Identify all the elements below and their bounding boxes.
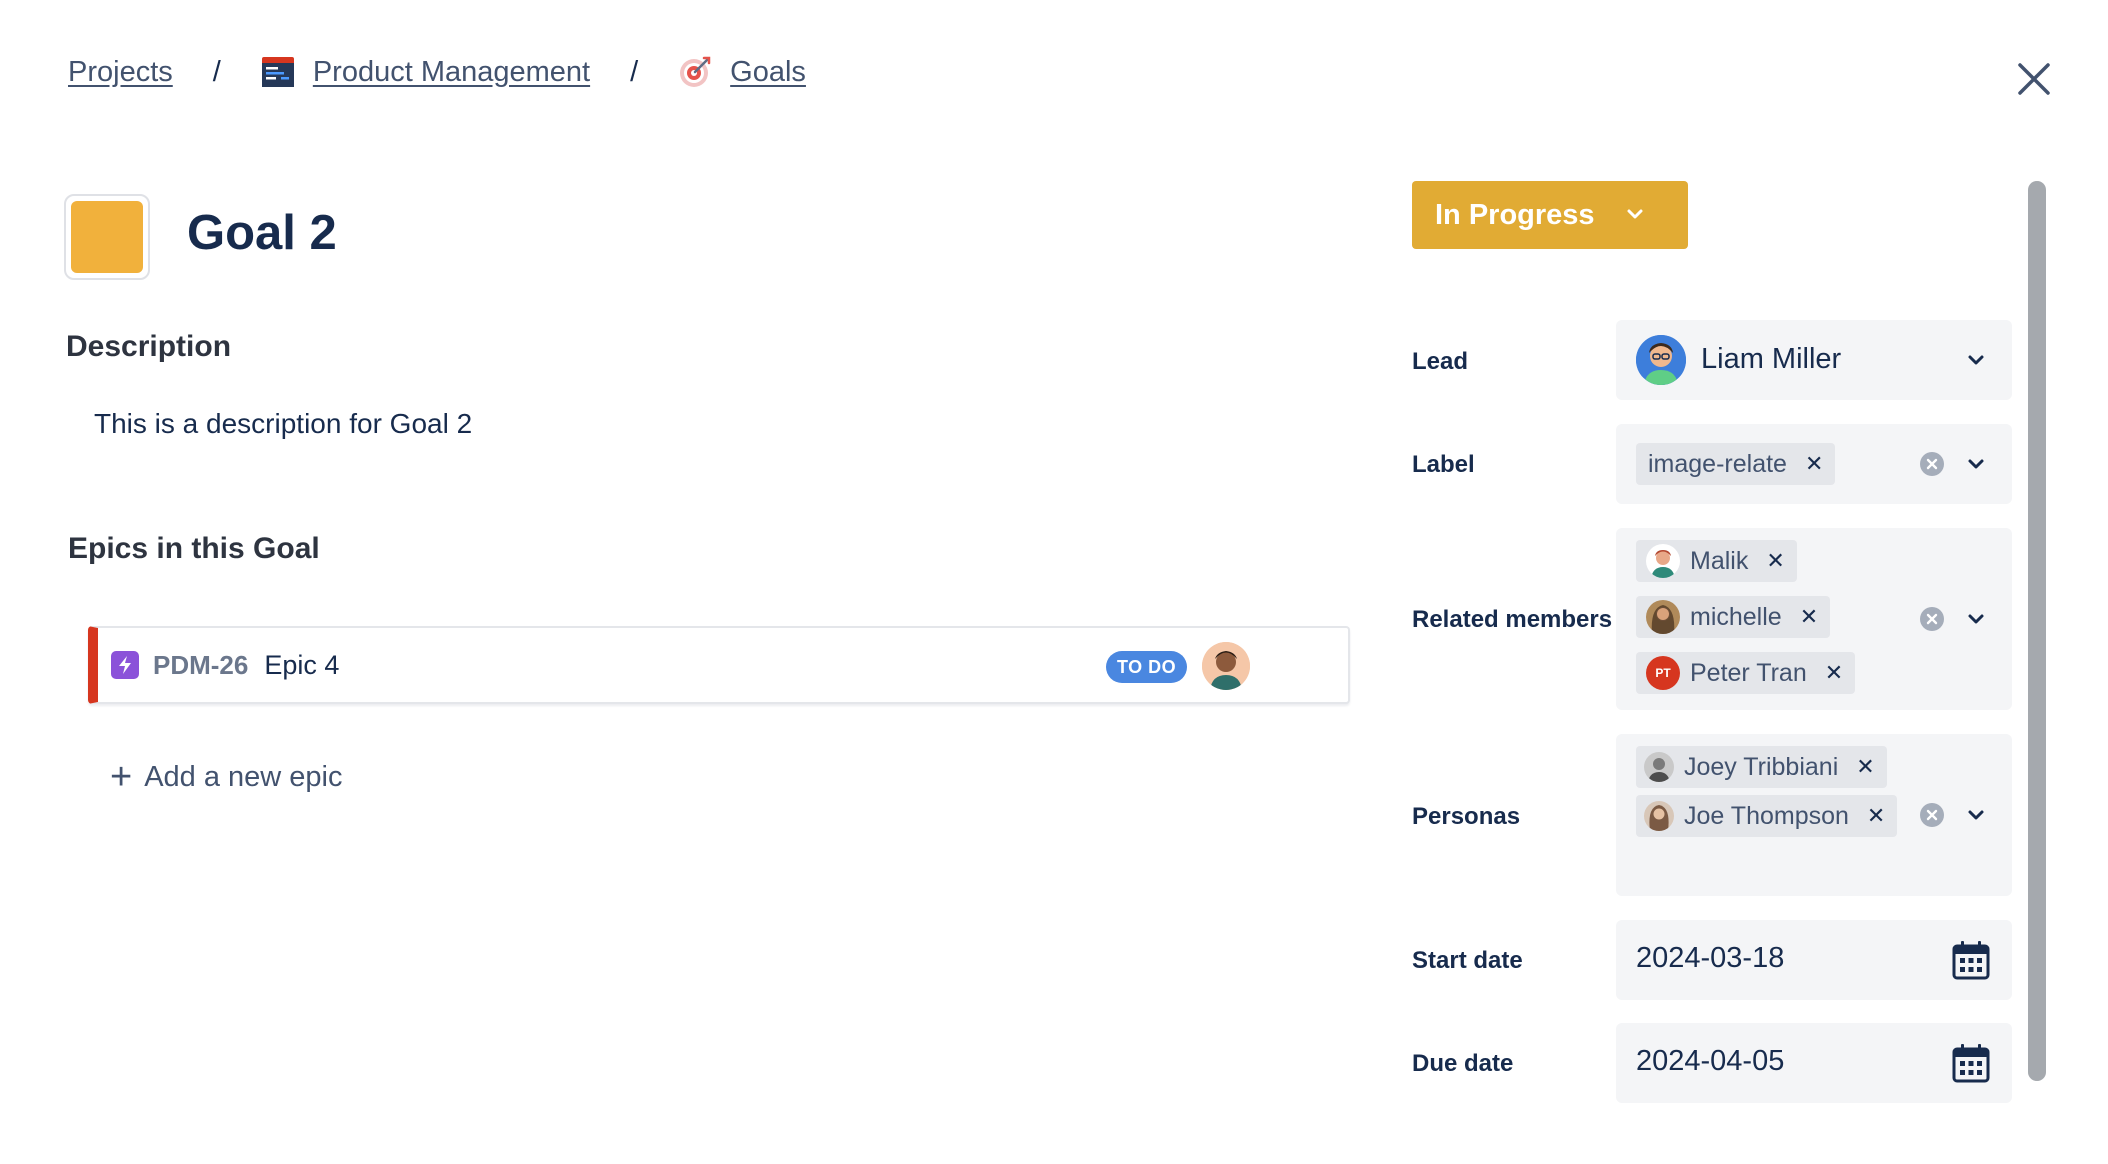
calendar-icon[interactable]: [1952, 1043, 1990, 1083]
chevron-down-icon[interactable]: [1965, 453, 1987, 475]
epics-heading: Epics in this Goal: [68, 532, 320, 565]
avatar-initials: PT: [1646, 656, 1680, 690]
remove-tag-icon[interactable]: ✕: [1805, 451, 1823, 477]
personas-select[interactable]: Joey Tribbiani ✕ Joe Thompson ✕: [1616, 734, 2012, 896]
due-date-picker[interactable]: 2024-04-05: [1616, 1023, 2012, 1103]
clear-icon[interactable]: [1919, 606, 1945, 632]
goal-color-swatch[interactable]: [64, 194, 150, 280]
breadcrumb-goals-link[interactable]: Goals: [730, 56, 806, 89]
description-text[interactable]: This is a description for Goal 2: [94, 408, 472, 440]
calendar-icon[interactable]: [1952, 940, 1990, 980]
label-label: Label: [1412, 451, 1475, 478]
remove-tag-icon[interactable]: ✕: [1825, 660, 1843, 686]
remove-tag-icon[interactable]: ✕: [1766, 548, 1784, 574]
close-button[interactable]: [2010, 55, 2058, 103]
add-epic-button[interactable]: + Add a new epic: [110, 758, 343, 796]
status-label: In Progress: [1435, 198, 1595, 231]
related-members-select[interactable]: Malik ✕ michelle ✕ PT Peter Tran ✕: [1616, 528, 2012, 710]
status-dropdown[interactable]: In Progress: [1412, 181, 1688, 249]
add-epic-label: Add a new epic: [144, 760, 343, 793]
persona-name: Joey Tribbiani: [1684, 752, 1839, 781]
breadcrumb-project-link[interactable]: Product Management: [313, 56, 590, 89]
chevron-down-icon[interactable]: [1965, 804, 1987, 826]
breadcrumb-projects-link[interactable]: Projects: [68, 56, 173, 89]
lead-label: Lead: [1412, 348, 1469, 375]
start-date-value[interactable]: 2024-03-18: [1636, 942, 1784, 975]
description-heading: Description: [66, 330, 232, 363]
breadcrumb: Projects / Product Management / Goals: [68, 52, 806, 92]
persona-tag: Joey Tribbiani ✕: [1636, 746, 1887, 788]
member-tag: PT Peter Tran ✕: [1636, 652, 1856, 694]
member-tag: michelle ✕: [1636, 596, 1831, 638]
target-icon: [678, 55, 712, 89]
scrollbar-thumb[interactable]: [2028, 181, 2046, 1081]
label-tag: image-relate ✕: [1636, 443, 1836, 485]
member-name: Peter Tran: [1690, 658, 1807, 687]
remove-tag-icon[interactable]: ✕: [1867, 803, 1885, 829]
epic-key[interactable]: PDM-26: [153, 650, 248, 681]
breadcrumb-separator: /: [630, 55, 639, 88]
personas-label: Personas: [1412, 803, 1521, 830]
avatar: [1646, 544, 1680, 578]
member-tag: Malik ✕: [1636, 540, 1797, 582]
start-date-label: Start date: [1412, 947, 1523, 974]
goal-color-fill: [71, 201, 143, 273]
chevron-down-icon[interactable]: [1965, 349, 1987, 371]
due-date-label: Due date: [1412, 1050, 1514, 1077]
start-date-picker[interactable]: 2024-03-18: [1616, 920, 2012, 1000]
avatar: [1644, 801, 1674, 831]
due-date-value[interactable]: 2024-04-05: [1636, 1045, 1784, 1078]
member-name: michelle: [1690, 602, 1782, 631]
epic-row[interactable]: PDM-26 Epic 4 TO DO: [88, 626, 1350, 704]
lead-name: Liam Miller: [1701, 343, 1842, 375]
epic-lightning-icon: [111, 651, 139, 679]
scrollbar-track[interactable]: [2028, 181, 2046, 1081]
avatar: [1644, 752, 1674, 782]
avatar: [1646, 600, 1680, 634]
member-name: Malik: [1690, 546, 1749, 575]
persona-name: Joe Thompson: [1684, 801, 1849, 830]
related-members-label: Related members: [1412, 606, 1613, 633]
epic-name[interactable]: Epic 4: [264, 650, 339, 681]
chevron-down-icon[interactable]: [1965, 608, 1987, 630]
remove-tag-icon[interactable]: ✕: [1856, 754, 1874, 780]
project-board-icon: [261, 55, 295, 89]
close-icon: [2018, 63, 2050, 95]
plus-icon: +: [110, 756, 133, 798]
page-title[interactable]: Goal 2: [187, 205, 337, 261]
persona-tag: Joe Thompson ✕: [1636, 795, 1898, 837]
clear-icon[interactable]: [1919, 802, 1945, 828]
avatar: [1636, 335, 1686, 385]
lead-select[interactable]: Liam Miller: [1616, 320, 2012, 400]
status-badge: TO DO: [1106, 651, 1188, 683]
avatar: [1202, 642, 1250, 690]
label-select[interactable]: image-relate ✕: [1616, 424, 2012, 504]
remove-tag-icon[interactable]: ✕: [1800, 604, 1818, 630]
chevron-down-icon: [1627, 209, 1643, 219]
breadcrumb-separator: /: [212, 55, 221, 88]
clear-icon[interactable]: [1919, 451, 1945, 477]
label-tag-text: image-relate: [1648, 449, 1787, 478]
